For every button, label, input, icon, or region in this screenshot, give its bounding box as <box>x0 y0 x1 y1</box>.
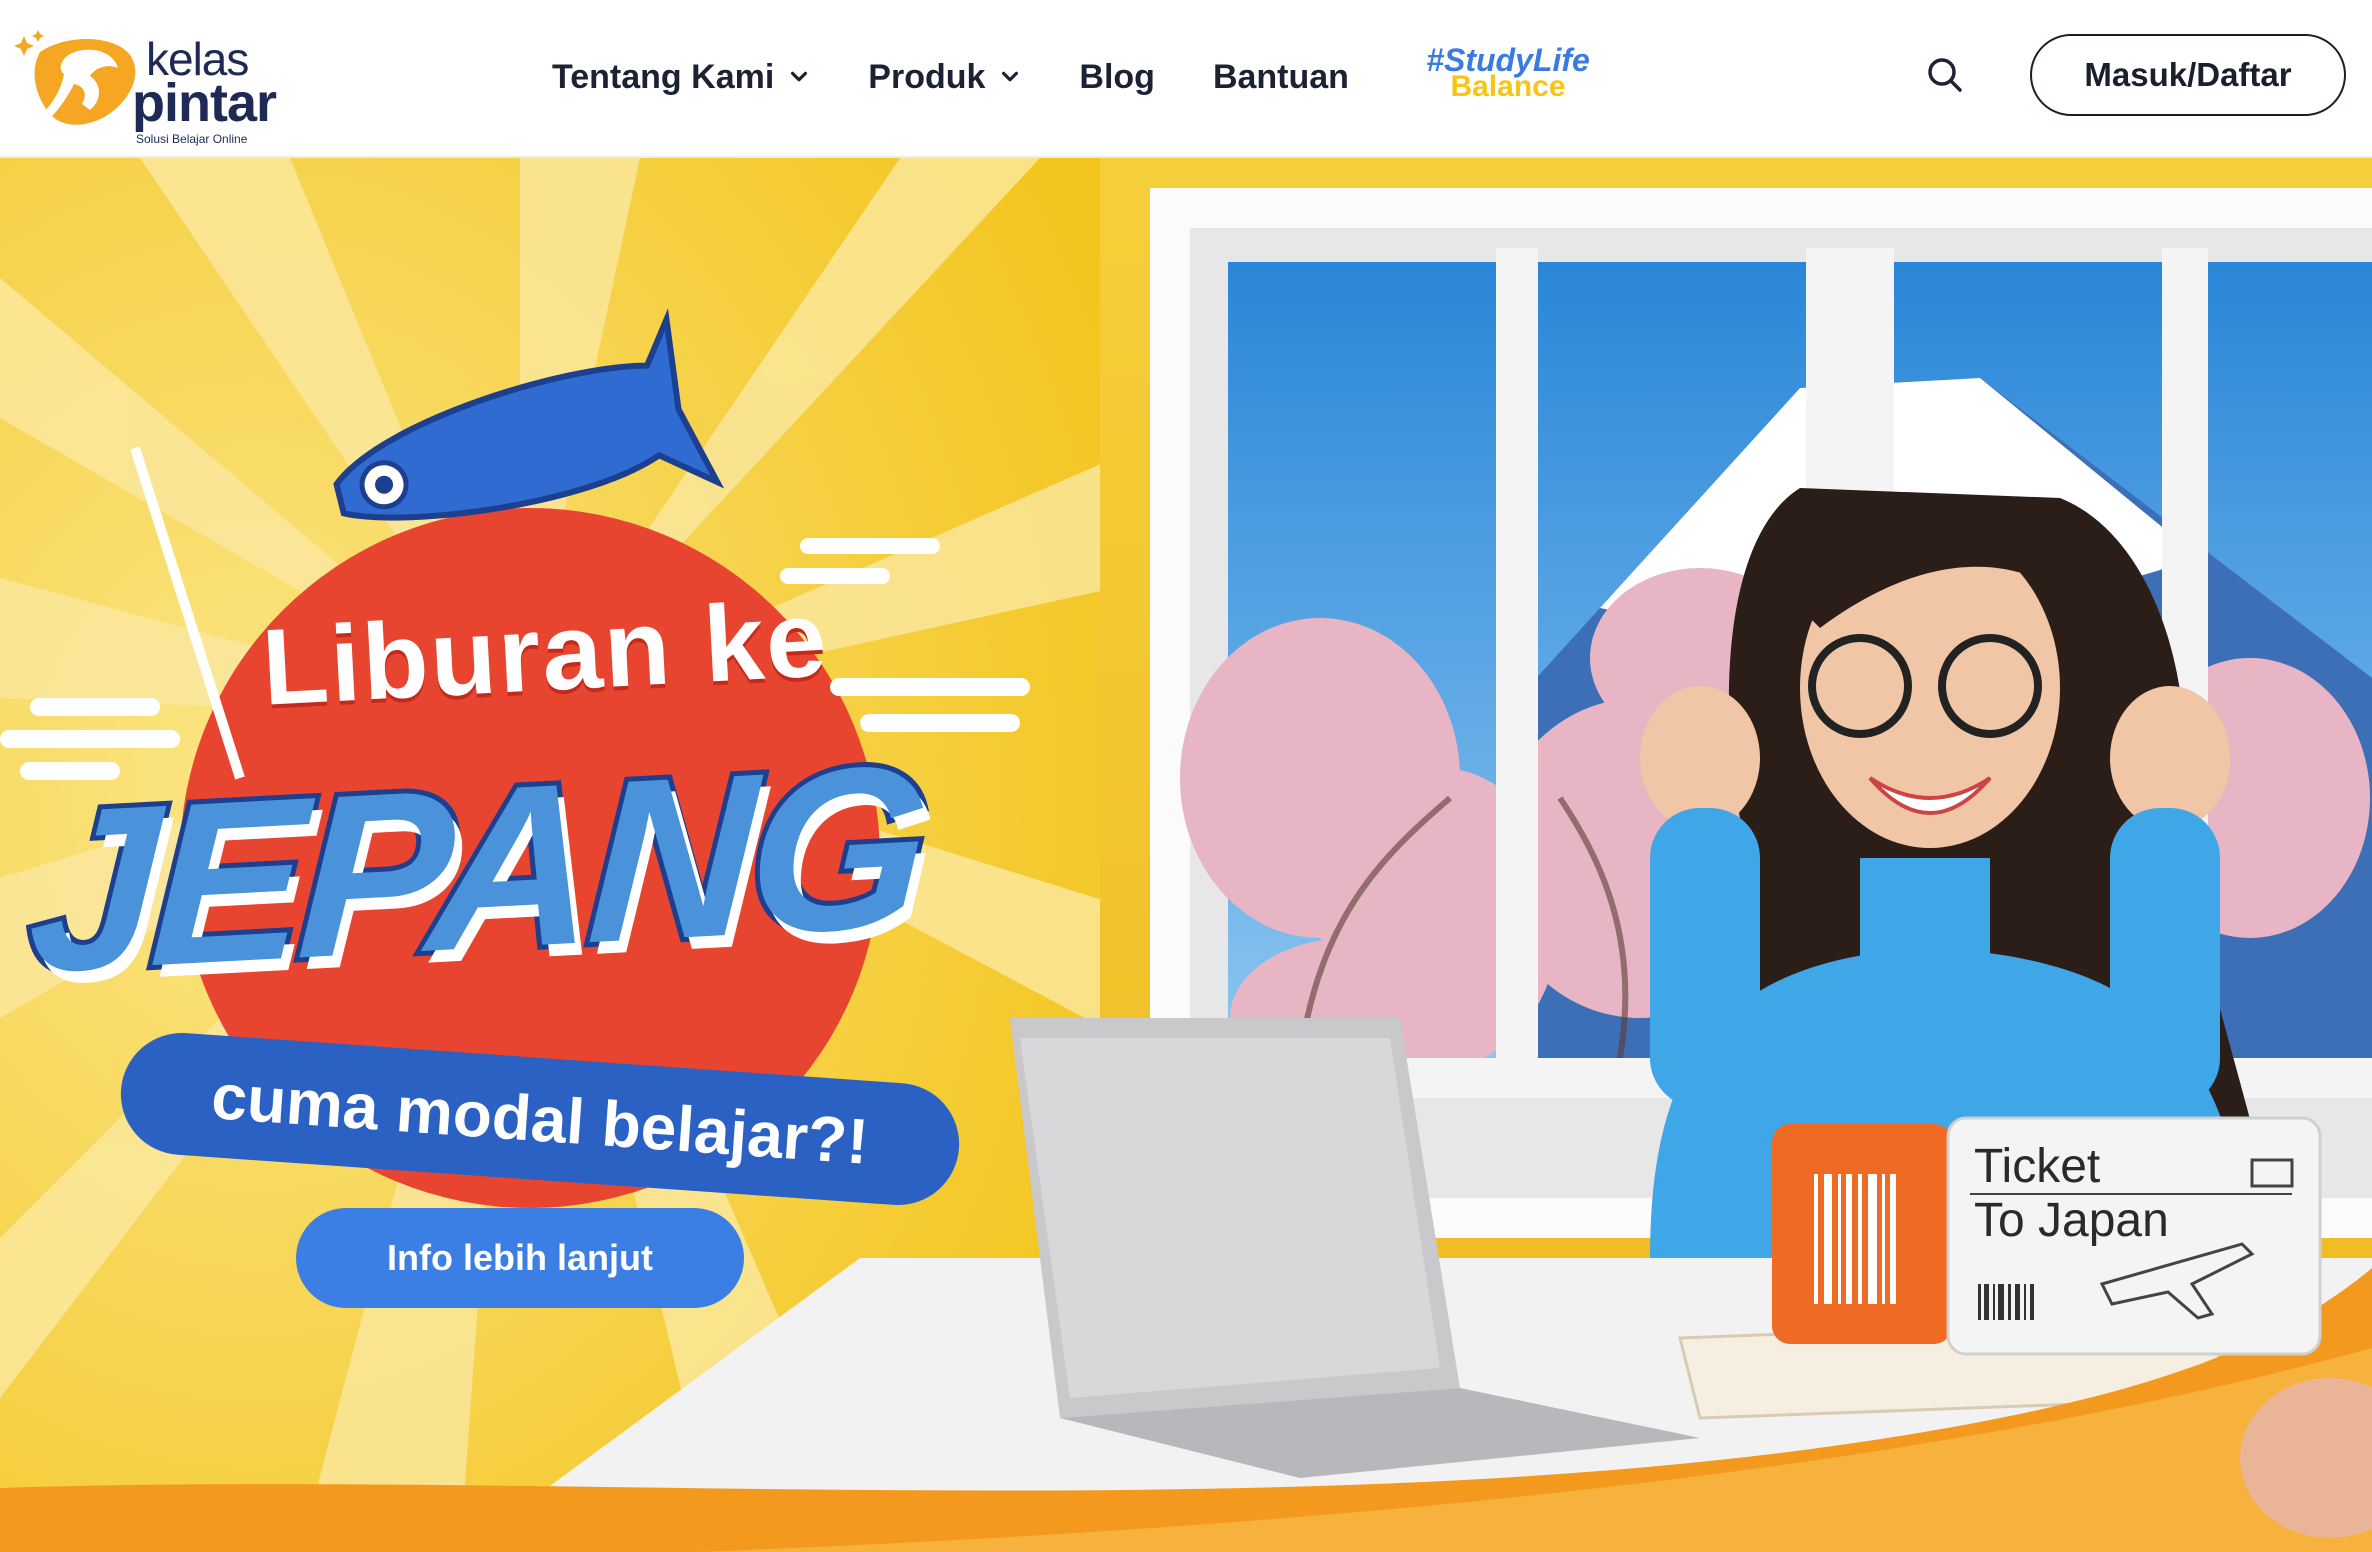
hero-headline-line2: JEPANG <box>19 711 934 1026</box>
main-menu: Tentang Kami Produk Blog Bantuan <box>552 52 1407 102</box>
hero-subheadline: cuma modal belajar?! <box>209 1060 871 1178</box>
top-navbar: kelas pintar Solusi Belajar Online Tenta… <box>0 0 2372 158</box>
nav-item-blog[interactable]: Blog <box>1079 58 1155 97</box>
ticket-label: Ticket To Japan <box>1974 1140 2169 1248</box>
chevron-down-icon <box>1002 71 1019 82</box>
info-lebih-lanjut-button[interactable]: Info lebih lanjut <box>296 1208 744 1308</box>
hero-banner[interactable]: Liburan ke JEPANG cuma modal belajar?! I… <box>0 158 2372 1552</box>
nav-item-bantuan[interactable]: Bantuan <box>1213 58 1349 97</box>
search-icon[interactable] <box>1924 54 1966 96</box>
nav-item-label: Tentang Kami <box>552 57 775 96</box>
ticket-label-line1: Ticket <box>1974 1140 2101 1193</box>
nav-item-label: Blog <box>1079 57 1155 96</box>
nav-item-label: Produk <box>868 57 986 96</box>
studylife-balance-link[interactable]: #StudyLife Balance <box>1408 44 1608 108</box>
ticket-label-line2: To Japan <box>1974 1194 2169 1247</box>
kelas-pintar-logo[interactable]: kelas pintar Solusi Belajar Online <box>10 18 277 146</box>
logo-tagline: Solusi Belajar Online <box>136 132 248 146</box>
chevron-down-icon <box>791 71 808 82</box>
nav-item-produk[interactable]: Produk <box>868 58 1021 97</box>
logo-text-pintar: pintar <box>132 73 277 133</box>
nav-item-tentang-kami[interactable]: Tentang Kami <box>552 58 810 97</box>
nav-item-label: Bantuan <box>1212 57 1349 96</box>
login-register-button[interactable]: Masuk/Daftar <box>2030 34 2346 116</box>
